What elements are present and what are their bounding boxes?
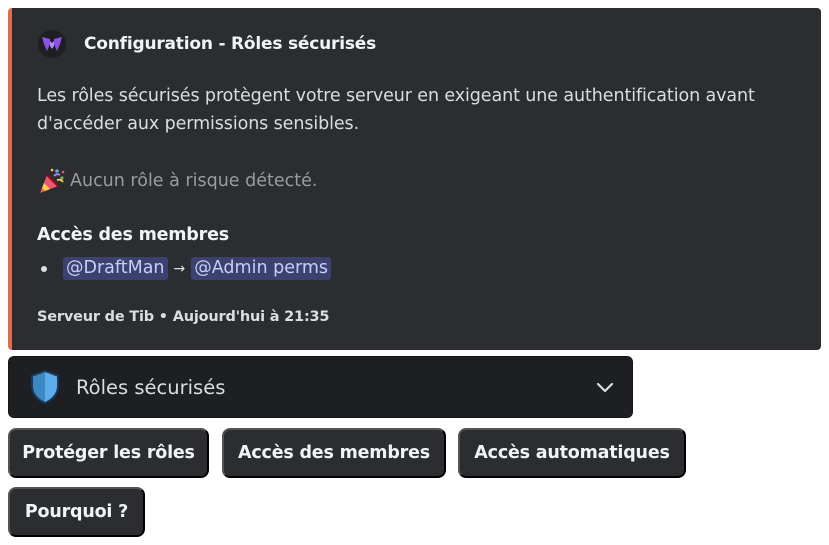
shield-logo-icon (38, 30, 66, 58)
field-title: Accès des membres (37, 225, 229, 245)
party-popper-icon (40, 168, 65, 193)
embed-card: Configuration - Rôles sécurisés Les rôle… (8, 8, 821, 350)
embed-status: Aucun rôle à risque détecté. (37, 166, 317, 196)
roles-select-menu[interactable]: Rôles sécurisés (8, 356, 633, 418)
blue-shield-icon (31, 370, 59, 404)
list-item: @DraftMan → @Admin perms (37, 257, 332, 280)
protect-roles-button[interactable]: Protéger les rôles (8, 428, 209, 478)
mention-role-admin-perms[interactable]: @Admin perms (191, 257, 332, 280)
embed-status-text: Aucun rôle à risque détecté. (70, 171, 318, 191)
embed-description: Les rôles sécurisés protègent votre serv… (37, 86, 755, 134)
mention-user-draftman[interactable]: @DraftMan (63, 257, 168, 280)
embed-author: Configuration - Rôles sécurisés (38, 30, 376, 58)
auto-access-button[interactable]: Accès automatiques (458, 428, 686, 478)
chevron-down-icon[interactable] (594, 376, 616, 398)
arrow-right-icon: → (173, 260, 186, 277)
embed-author-name: Configuration - Rôles sécurisés (84, 34, 377, 54)
bullet (41, 265, 47, 272)
embed-footer: Serveur de Tib • Aujourd'hui à 21:35 (37, 309, 330, 325)
select-menu-label: Rôles sécurisés (76, 375, 226, 399)
why-button[interactable]: Pourquoi ? (8, 487, 145, 537)
member-access-button[interactable]: Accès des membres (222, 428, 446, 478)
